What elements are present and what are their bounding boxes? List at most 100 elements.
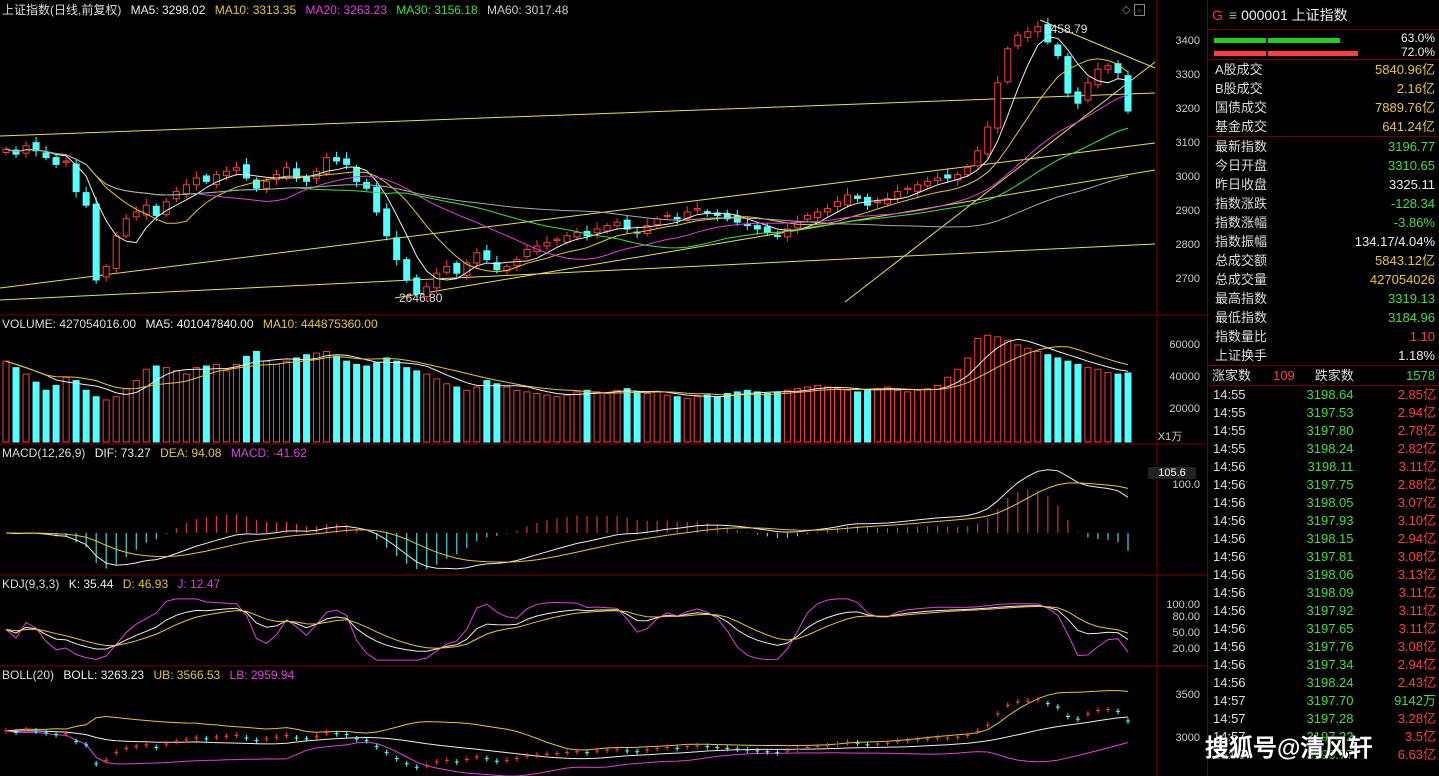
stat-key: 昨日收盘 <box>1215 177 1268 192</box>
volume-bar <box>383 357 391 443</box>
tick-row: 14:56 3198.24 2.43亿 <box>1208 674 1439 692</box>
tick-row: 14:56 3198.11 3.11亿 <box>1208 458 1439 476</box>
tick-time: 14:55 <box>1213 423 1246 438</box>
volume-bar <box>563 394 571 443</box>
stat-value: 1.18% <box>1398 348 1435 363</box>
volume-bar <box>793 388 801 443</box>
volume-panel-header: VOLUME: 427054016.00 MA5: 401047840.00 M… <box>2 316 384 332</box>
quote-title-bar: G ≡ 000001 上证指数 <box>1208 0 1439 30</box>
tick-price: 3197.81 <box>1306 549 1354 564</box>
y-tick: 3500 <box>1175 689 1200 701</box>
stat-row: 最低指数 3184.96 <box>1208 308 1439 327</box>
volume-bar <box>463 389 471 443</box>
volume-bar <box>763 393 771 443</box>
tick-volume: 2.85亿 <box>1397 387 1436 402</box>
tick-price: 3198.24 <box>1306 441 1354 456</box>
y-tick: 60000 <box>1169 339 1200 351</box>
stat-key: 指数涨跌 <box>1215 196 1268 211</box>
volume-bar <box>272 363 280 443</box>
index-title: 000001 上证指数 <box>1241 7 1348 23</box>
volume-bar <box>723 393 731 443</box>
stat-row: 指数振幅 134.17/4.04% <box>1208 232 1439 251</box>
tick-row: 14:56 3197.75 2.88亿 <box>1208 476 1439 494</box>
menu-icon[interactable]: ≡ <box>1229 7 1237 23</box>
tick-row: 14:56 3198.05 3.07亿 <box>1208 494 1439 512</box>
tick-row: 14:56 3197.76 3.08亿 <box>1208 638 1439 656</box>
up-count: 109 <box>1273 368 1295 383</box>
volume-bar <box>553 396 561 443</box>
ratio-up-value: 63.0% <box>1400 31 1435 45</box>
candle-body <box>1064 56 1072 94</box>
volume-bar <box>934 384 942 443</box>
volume-bar <box>72 380 80 443</box>
candle-body <box>202 175 210 182</box>
stat-value: 427054026 <box>1369 272 1435 287</box>
volume-bar <box>773 391 781 443</box>
candle-body <box>232 167 240 171</box>
volume-bar <box>733 391 741 443</box>
tick-price: 3198.06 <box>1306 567 1354 582</box>
tick-price: 3198.15 <box>1306 531 1354 546</box>
tick-volume: 2.94亿 <box>1397 657 1436 672</box>
resize-icon[interactable]: ▫ <box>1133 4 1145 16</box>
volume-bar <box>813 384 821 443</box>
volume-bar <box>914 389 922 443</box>
candle-body <box>1084 82 1092 101</box>
volume-bar <box>603 393 611 443</box>
stat-value: 3310.65 <box>1388 158 1435 173</box>
volume-bar <box>703 394 711 443</box>
chart-area[interactable]: 上证指数(日线,前复权) MA5: 3298.02 MA10: 3313.35 … <box>0 0 1207 776</box>
tick-time: 14:56 <box>1213 621 1246 636</box>
volume-bar <box>833 388 841 443</box>
y-tick: 2700 <box>1175 273 1200 285</box>
volume-bar <box>533 393 541 443</box>
kdj-panel-header: KDJ(9,3,3) K: 35.44 D: 46.93 J: 12.47 <box>2 576 226 592</box>
stat-key: 指数量比 <box>1215 329 1268 344</box>
tick-time: 14:56 <box>1213 603 1246 618</box>
tick-list[interactable]: 14:55 3198.64 2.85亿 14:55 3197.53 2.94亿 14:55 3… <box>1208 386 1439 764</box>
candle-body <box>152 205 160 216</box>
kdj-d: D: 46.93 <box>122 577 169 591</box>
trendline <box>0 92 1156 137</box>
kline-chart[interactable] <box>0 0 1207 776</box>
candle-body <box>833 201 841 208</box>
tick-time: 14:56 <box>1213 495 1246 510</box>
volume-ma5: MA5: 401047840.00 <box>145 317 254 331</box>
tick-time: 14:55 <box>1213 441 1246 456</box>
candle-body <box>874 201 882 204</box>
volume-bar <box>42 389 50 443</box>
candle-body <box>543 242 551 247</box>
main-panel-header: 上证指数(日线,前复权) MA5: 3298.02 MA10: 3313.35 … <box>2 2 574 18</box>
diamond-icon[interactable]: ◇ <box>1122 4 1130 16</box>
candle-body <box>773 234 781 237</box>
stat-key: 总成交额 <box>1215 253 1268 268</box>
volume-title: VOLUME: 427054016.00 <box>2 317 137 331</box>
tick-price: 3197.53 <box>1306 405 1354 420</box>
volume-bar <box>102 399 110 443</box>
candle-body <box>603 225 611 232</box>
volume-bar <box>503 386 511 443</box>
stat-row: 今日开盘 3310.65 <box>1208 156 1439 175</box>
code-prefix[interactable]: G <box>1212 7 1223 23</box>
volume-bar <box>443 383 451 443</box>
tick-time: 14:56 <box>1213 459 1246 474</box>
tick-price: 3197.70 <box>1306 693 1354 708</box>
tick-row: 14:56 3198.15 2.94亿 <box>1208 530 1439 548</box>
y-tick: 3000 <box>1175 732 1200 744</box>
candle-body <box>333 157 341 162</box>
ma30-label: MA30: 3156.18 <box>396 3 478 17</box>
tick-volume: 2.78亿 <box>1397 423 1436 438</box>
stat-row: 最新指数 3196.77 <box>1208 137 1439 156</box>
stat-row: 上证换手 1.18% <box>1208 346 1439 365</box>
candle-body <box>803 214 811 220</box>
tick-price: 3198.24 <box>1306 675 1354 690</box>
tick-volume: 3.10亿 <box>1397 513 1436 528</box>
candle-body <box>703 211 711 214</box>
candle-body <box>383 208 391 237</box>
watermark: 搜狐号@清风轩 <box>1205 735 1373 762</box>
candle-body <box>102 265 110 278</box>
candle-body <box>1014 34 1022 47</box>
volume-bar <box>1054 357 1062 443</box>
stat-value: 7889.76亿 <box>1375 100 1435 115</box>
tick-price: 3198.05 <box>1306 495 1354 510</box>
